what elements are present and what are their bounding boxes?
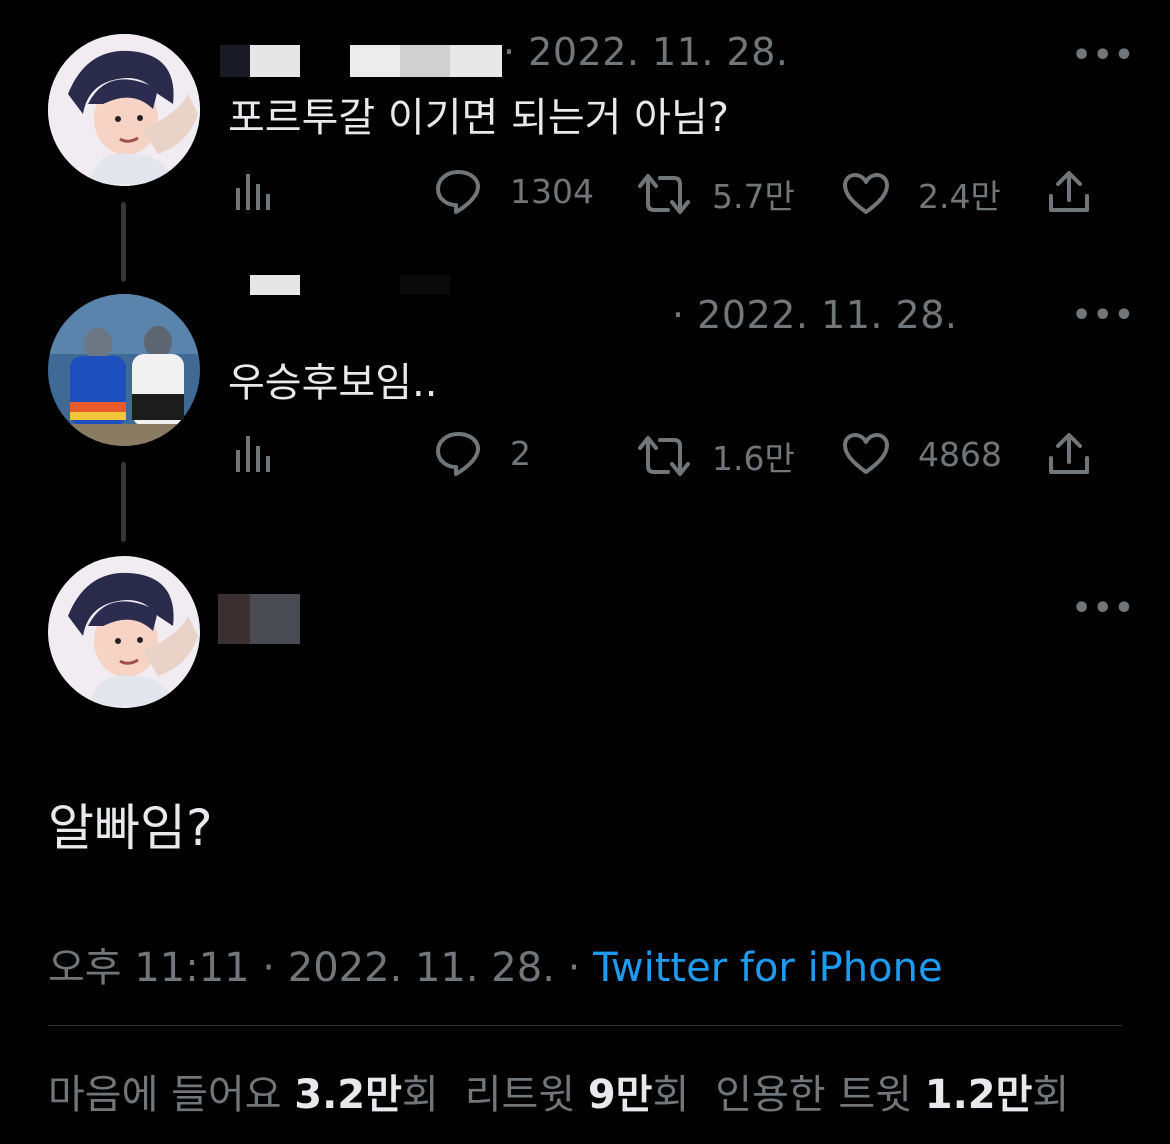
avatar-penguins-photo — [48, 294, 200, 446]
analytics-button[interactable] — [234, 432, 272, 474]
unit: 회 — [401, 1072, 439, 1118]
divider — [48, 1025, 1122, 1026]
retweet-count: 5.7만 — [712, 177, 795, 216]
retweet-button[interactable]: 5.7만 — [638, 170, 795, 218]
tweet-text: 포르투갈 이기면 되는거 아님? — [228, 95, 729, 141]
share-icon — [1049, 171, 1089, 212]
main-tweet-text: 알빠임? — [48, 799, 213, 857]
likes-label: 마음에 들어요 — [48, 1072, 282, 1118]
retweets-value: 9만 — [587, 1072, 653, 1118]
engagement-stats: 마음에 들어요 3.2만회 리트윗 9만회 인용한 트윗 1.2만회 — [48, 1062, 1069, 1120]
separator: · — [554, 945, 594, 991]
like-count: 2.4만 — [918, 177, 1001, 216]
analytics-icon — [236, 174, 270, 210]
unit: 회 — [652, 1072, 690, 1118]
tweet-source-link[interactable]: Twitter for iPhone — [593, 945, 943, 991]
share-icon — [1049, 433, 1089, 474]
redacted-display-name — [400, 275, 450, 295]
reply-count: 1304 — [510, 171, 594, 211]
separator: · — [249, 945, 288, 991]
retweets-label: 리트윗 — [464, 1072, 576, 1118]
quotes-stat[interactable]: 인용한 트윗 1.2만회 — [715, 1072, 1069, 1118]
redacted-display-name — [218, 594, 250, 644]
tweet-date[interactable]: 2022. 11. 28. — [288, 945, 555, 991]
reply-count: 2 — [510, 433, 531, 473]
avatar-illustration — [48, 556, 200, 708]
tweet-metadata: 오후 11:11 · 2022. 11. 28. · Twitter for i… — [48, 935, 943, 993]
retweet-icon — [638, 174, 690, 214]
retweets-stat[interactable]: 리트윗 9만회 — [465, 1072, 690, 1118]
avatar[interactable] — [48, 34, 200, 186]
likes-value: 3.2만 — [294, 1072, 402, 1118]
heart-icon — [843, 173, 889, 214]
more-options-icon[interactable]: ••• — [1072, 298, 1136, 333]
reply-icon — [436, 170, 480, 214]
tweet-time[interactable]: 오후 11:11 — [48, 945, 250, 991]
redacted-display-name — [220, 45, 250, 77]
reply-icon — [436, 432, 480, 476]
share-button[interactable] — [1048, 432, 1090, 476]
redacted-handle — [350, 45, 400, 77]
share-button[interactable] — [1048, 170, 1090, 214]
redacted-display-name — [250, 45, 300, 77]
thread-connector — [121, 202, 126, 282]
tweet-text: 우승후보임.. — [228, 360, 438, 406]
avatar-illustration — [48, 34, 200, 186]
more-options-icon[interactable]: ••• — [1072, 38, 1136, 73]
quotes-value: 1.2만 — [924, 1072, 1033, 1118]
redacted-display-name — [250, 594, 300, 644]
heart-icon — [843, 433, 889, 474]
quotes-label: 인용한 트윗 — [715, 1072, 913, 1118]
like-count: 4868 — [918, 434, 1002, 474]
more-options-icon[interactable]: ••• — [1072, 591, 1136, 626]
unit: 회 — [1032, 1072, 1070, 1118]
retweet-count: 1.6만 — [712, 439, 795, 478]
analytics-icon — [236, 436, 270, 472]
reply-button[interactable]: 2 — [434, 430, 531, 476]
redacted-display-name — [250, 275, 300, 295]
like-button[interactable]: 4868 — [842, 432, 1002, 476]
thread-connector — [121, 462, 126, 542]
reply-button[interactable]: 1304 — [434, 168, 594, 214]
likes-stat[interactable]: 마음에 들어요 3.2만회 — [48, 1072, 439, 1118]
redacted-handle — [400, 45, 450, 77]
tweet-date[interactable]: · 2022. 11. 28. — [503, 30, 788, 74]
avatar[interactable] — [48, 294, 200, 446]
redacted-handle — [450, 45, 502, 77]
tweet-date[interactable]: · 2022. 11. 28. — [672, 293, 957, 337]
analytics-button[interactable] — [234, 170, 272, 212]
retweet-button[interactable]: 1.6만 — [638, 432, 795, 480]
retweet-icon — [638, 436, 690, 476]
like-button[interactable]: 2.4만 — [842, 170, 1001, 218]
avatar[interactable] — [48, 556, 200, 708]
